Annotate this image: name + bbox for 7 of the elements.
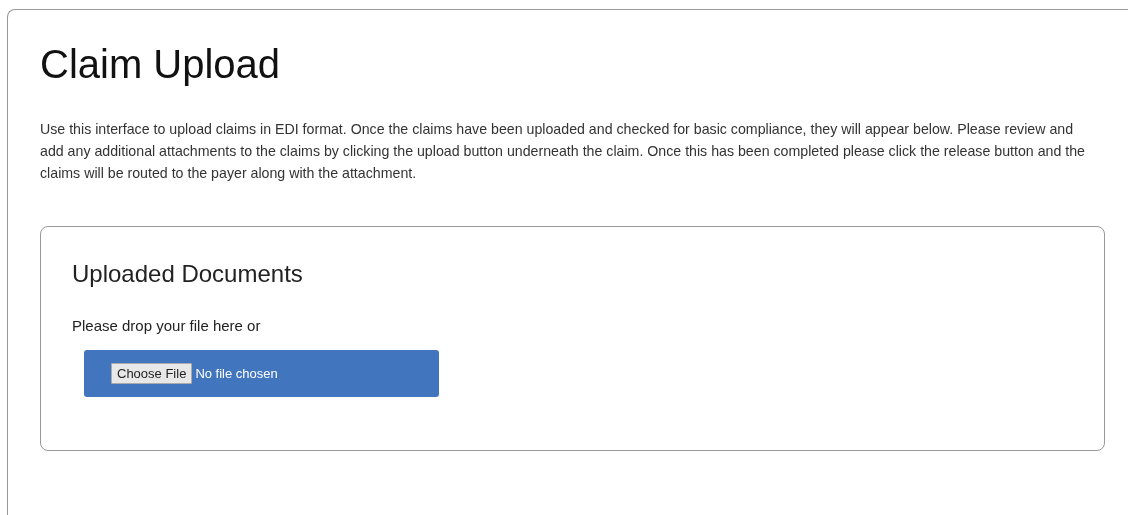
choose-file-button[interactable]: Choose File [111,363,193,384]
file-drop-zone[interactable]: Choose File No file chosen [84,350,439,397]
drop-instruction: Please drop your file here or [72,317,262,334]
page-title: Claim Upload [40,41,281,88]
intro-paragraph: Use this interface to upload claims in EDI format. Once the claims have been uploaded and checked for basic compliance, they will appear below. Please review and add any additional attachments to the claims by clicking the upload button underneath the claim. Once this has been completed please click the release button and the claims will be routed to the payer along with the attachment. [40,120,1086,183]
file-status: No file chosen [195,366,278,381]
panel-heading: Uploaded Documents [72,259,303,289]
